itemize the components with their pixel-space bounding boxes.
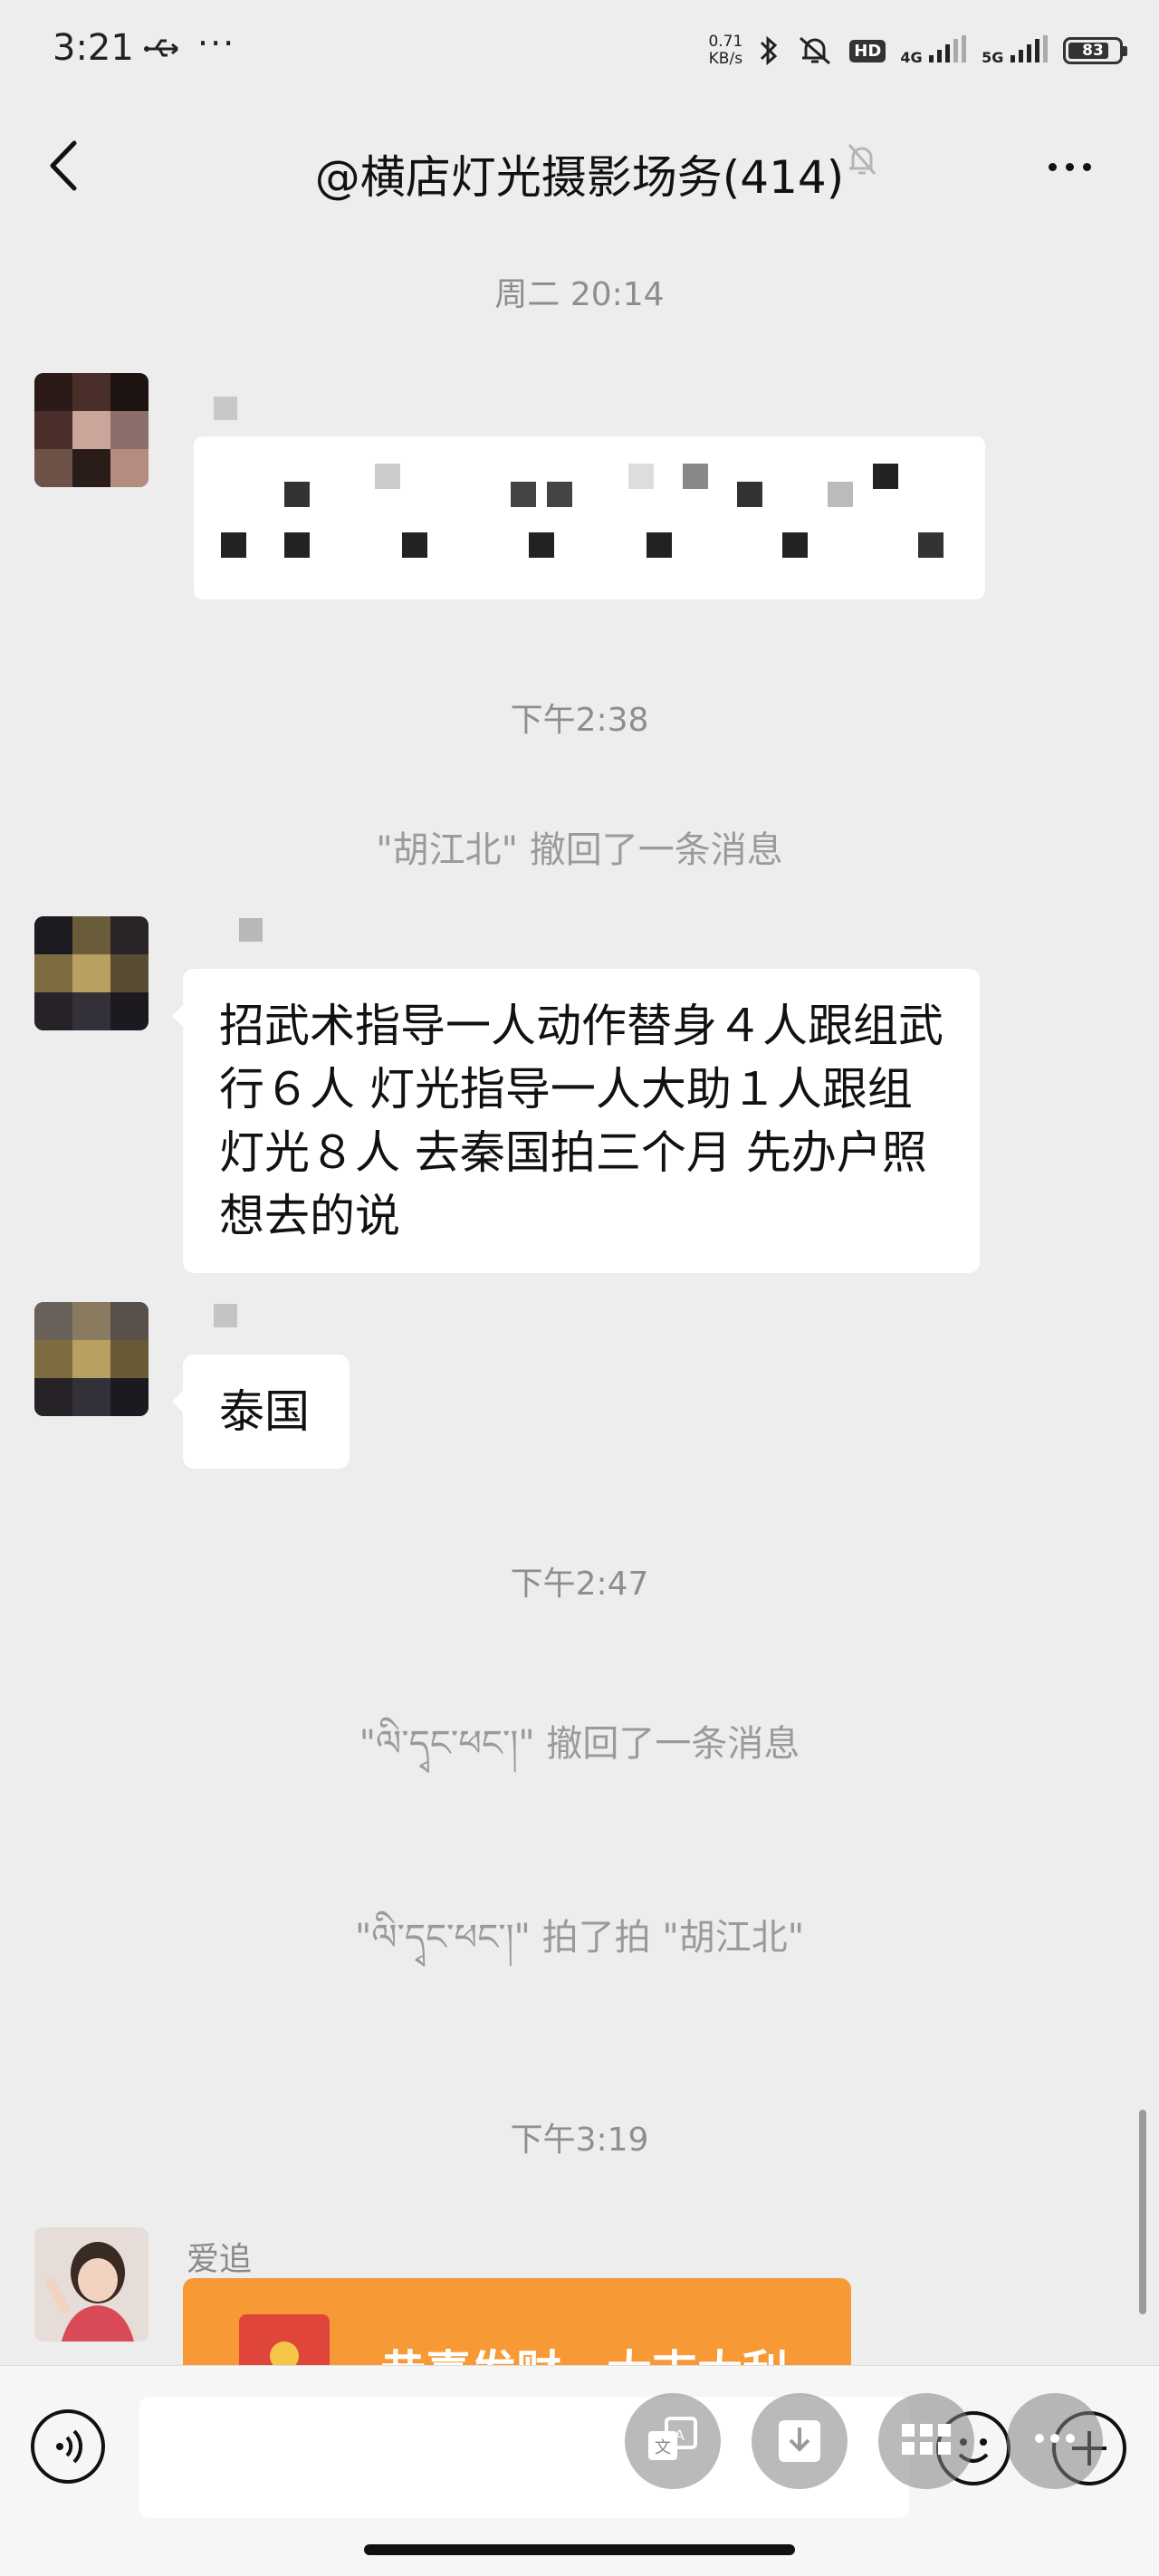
system-message: "胡江北" 撤回了一条消息 bbox=[376, 829, 783, 871]
avatar[interactable] bbox=[34, 373, 148, 487]
nickname-redacted bbox=[239, 918, 263, 942]
more-options-button[interactable] bbox=[1049, 158, 1103, 172]
chat-header: @横店灯光摄影场务(414) bbox=[0, 101, 1159, 228]
message-bubble-redacted[interactable] bbox=[194, 436, 985, 599]
nickname-redacted bbox=[214, 397, 237, 420]
message-timestamp: 下午2:38 bbox=[510, 702, 649, 739]
message-bubble[interactable]: 招武术指导一人动作替身４人跟组武行６人 灯光指导一人大助１人跟组灯光８人 去秦国… bbox=[172, 969, 980, 1273]
avatar[interactable] bbox=[34, 2227, 148, 2341]
message-bubble[interactable]: 泰国 bbox=[172, 1355, 350, 1469]
grid-icon bbox=[902, 2424, 951, 2455]
hd-badge: HD bbox=[849, 39, 886, 62]
mute-notifications-icon bbox=[848, 144, 876, 175]
more-dots-icon bbox=[1035, 2434, 1075, 2443]
scrollbar[interactable] bbox=[1139, 2110, 1146, 2314]
message-timestamp: 下午2:47 bbox=[510, 1566, 649, 1603]
net-speed-value: 0.71 bbox=[708, 33, 743, 51]
signal-bars-icon bbox=[1011, 35, 1048, 62]
battery-icon: 83 bbox=[1063, 37, 1127, 64]
chat-title: @横店灯光摄影场务(414) bbox=[314, 151, 845, 204]
bluetooth-icon bbox=[761, 35, 778, 66]
more-dots-button[interactable] bbox=[1007, 2393, 1103, 2489]
message-timestamp: 周二 20:14 bbox=[494, 276, 665, 313]
silent-bell-icon bbox=[800, 36, 831, 65]
home-indicator[interactable] bbox=[364, 2544, 795, 2555]
avatar-photo bbox=[34, 2227, 148, 2341]
download-button[interactable] bbox=[752, 2393, 848, 2489]
status-bar: 3:21 ··· 0.71 KB/s HD 4G 5G 83 bbox=[0, 0, 1159, 101]
download-icon bbox=[779, 2420, 820, 2462]
system-message: "ལི་དྭང་ཕང་།" 拍了拍 "胡江北" bbox=[354, 1917, 805, 1958]
signal-4g: 4G bbox=[900, 35, 967, 66]
signal-bars-icon bbox=[929, 35, 967, 62]
net-speed: 0.71 KB/s bbox=[708, 34, 742, 68]
system-message: "ལི་དྭང་ཕང་།" 撤回了一条消息 bbox=[359, 1723, 800, 1765]
sender-nickname: 爱追 bbox=[187, 2241, 253, 2278]
translate-icon: 文 A bbox=[648, 2417, 697, 2460]
battery-level: 83 bbox=[1082, 42, 1104, 60]
status-icons: 0.71 KB/s HD 4G 5G 83 bbox=[708, 24, 1127, 78]
apps-grid-button[interactable] bbox=[878, 2393, 974, 2489]
status-time: 3:21 bbox=[53, 27, 134, 69]
message-timestamp: 下午3:19 bbox=[510, 2121, 649, 2159]
voice-icon bbox=[56, 2429, 83, 2464]
message-text: 泰国 bbox=[219, 1385, 310, 1438]
voice-input-button[interactable] bbox=[31, 2409, 105, 2484]
usb-icon bbox=[144, 39, 178, 57]
signal-5g: 5G bbox=[982, 35, 1049, 66]
avatar[interactable] bbox=[34, 1302, 148, 1416]
more-notifications-icon: ··· bbox=[197, 24, 236, 63]
signal-4g-label: 4G bbox=[900, 49, 923, 66]
nickname-redacted bbox=[214, 1304, 237, 1327]
svg-text:文: 文 bbox=[655, 2438, 671, 2457]
signal-5g-label: 5G bbox=[982, 49, 1004, 66]
svg-text:A: A bbox=[675, 2427, 685, 2444]
message-text: 招武术指导一人动作替身４人跟组武行６人 灯光指导一人大助１人跟组灯光８人 去秦国… bbox=[219, 1000, 943, 1242]
avatar[interactable] bbox=[34, 916, 148, 1030]
translate-button[interactable]: 文 A bbox=[625, 2393, 721, 2489]
net-speed-unit: KB/s bbox=[708, 50, 743, 68]
